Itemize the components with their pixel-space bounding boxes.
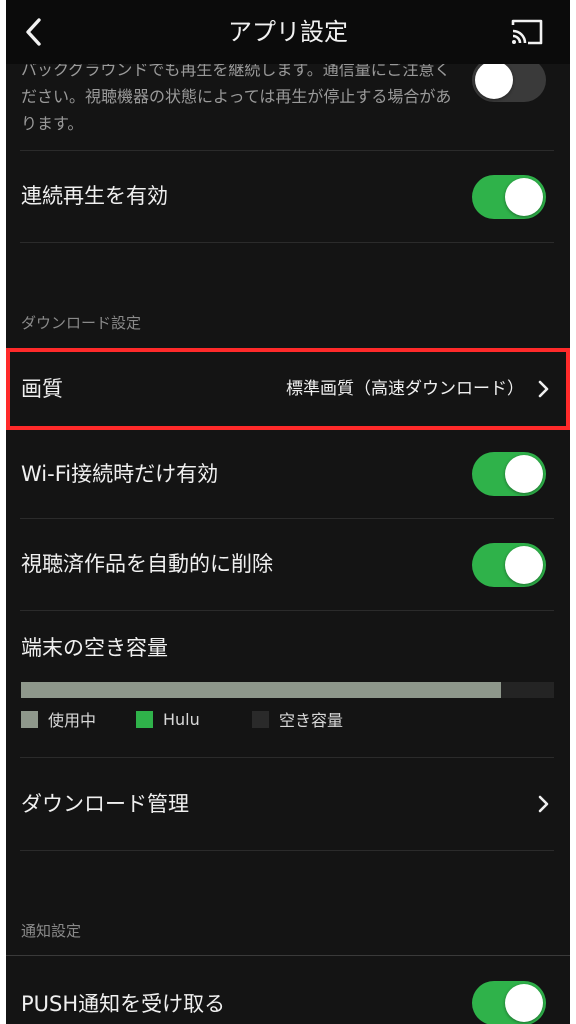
toggle-knob — [505, 984, 543, 1022]
cast-button[interactable] — [508, 14, 546, 50]
legend-label-free: 空き容量 — [279, 711, 344, 730]
push-notification-toggle[interactable] — [472, 981, 546, 1024]
background-playback-toggle[interactable] — [472, 58, 546, 102]
push-notification-label: PUSH通知を受け取る — [21, 992, 226, 1016]
quality-row[interactable]: 画質 標準画質（高速ダウンロード） — [6, 348, 570, 430]
legend-used: 使用中 — [21, 709, 97, 730]
app-header: アプリ設定 — [6, 0, 570, 64]
wifi-only-row: Wi-Fi接続時だけ有効 — [6, 430, 570, 518]
download-section-header: ダウンロード設定 — [21, 314, 142, 332]
legend-swatch-used — [21, 710, 38, 728]
settings-screen: バックグラウンドでも再生を継続します。通信量にご注意ください。視聴機器の状態によ… — [6, 0, 570, 1024]
toggle-knob — [505, 178, 543, 216]
legend-swatch-free — [252, 710, 269, 728]
legend-hulu: Hulu — [136, 709, 200, 729]
legend-free: 空き容量 — [252, 709, 344, 730]
legend-swatch-hulu — [136, 710, 153, 728]
cast-icon — [511, 19, 543, 45]
page-title: アプリ設定 — [228, 18, 348, 46]
quality-value: 標準画質（高速ダウンロード） — [286, 379, 524, 399]
toggle-knob — [475, 61, 513, 99]
legend-label-hulu: Hulu — [163, 709, 200, 729]
auto-delete-toggle[interactable] — [472, 543, 546, 587]
storage-used-fill — [21, 682, 501, 698]
continuous-playback-label: 連続再生を有効 — [21, 184, 168, 208]
divider — [20, 242, 554, 243]
storage-bar — [21, 682, 554, 698]
toggle-knob — [505, 546, 543, 584]
auto-delete-row: 視聴済作品を自動的に削除 — [6, 519, 570, 610]
background-playback-description: バックグラウンドでも再生を継続します。通信量にご注意ください。視聴機器の状態によ… — [21, 60, 452, 133]
download-manage-label: ダウンロード管理 — [21, 792, 189, 816]
auto-delete-label: 視聴済作品を自動的に削除 — [21, 552, 273, 576]
push-notification-row: PUSH通知を受け取る — [6, 956, 570, 1024]
legend-label-used: 使用中 — [48, 711, 97, 730]
quality-label: 画質 — [21, 377, 63, 401]
divider — [20, 610, 554, 611]
divider — [20, 850, 554, 851]
notification-section-header: 通知設定 — [21, 922, 82, 940]
continuous-playback-row: 連続再生を有効 — [6, 151, 570, 242]
storage-label: 端末の空き容量 — [21, 636, 168, 660]
wifi-only-label: Wi-Fi接続時だけ有効 — [21, 462, 219, 486]
toggle-knob — [505, 455, 543, 493]
download-manage-row[interactable]: ダウンロード管理 — [6, 758, 570, 850]
chevron-right-icon — [538, 795, 549, 813]
chevron-right-icon — [538, 380, 549, 398]
wifi-only-toggle[interactable] — [472, 452, 546, 496]
continuous-playback-toggle[interactable] — [472, 175, 546, 219]
